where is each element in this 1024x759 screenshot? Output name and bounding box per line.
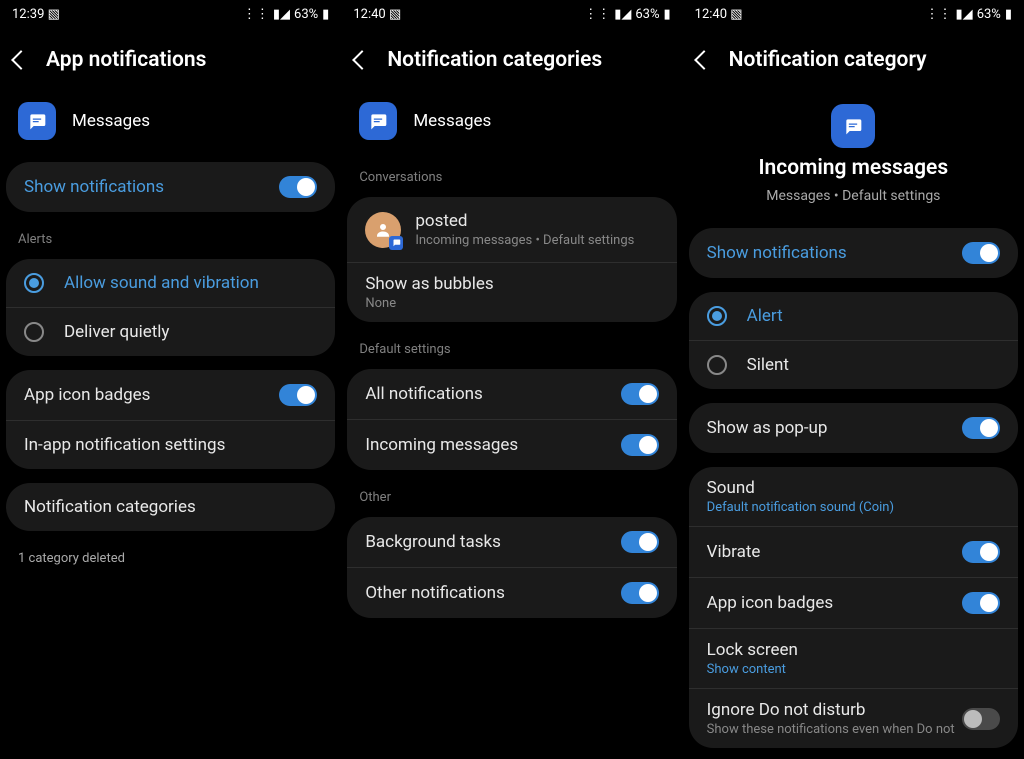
toggle-icon[interactable] bbox=[621, 434, 659, 456]
show-notifications-toggle[interactable]: Show notifications bbox=[689, 228, 1018, 278]
wifi-icon: ⋮⋮ bbox=[243, 7, 269, 22]
radio-alert[interactable]: Alert bbox=[689, 292, 1018, 340]
messages-app-icon bbox=[831, 104, 875, 148]
sound-sub: Default notification sound (Coin) bbox=[707, 500, 1000, 515]
screen-app-notifications: 12:39 ▧ ⋮⋮ ▮◢ 63% ▮ App notifications Me… bbox=[0, 0, 341, 759]
battery-text: 63% bbox=[294, 7, 318, 22]
page-title: App notifications bbox=[46, 48, 206, 72]
status-time: 12:39 ▧ bbox=[12, 7, 60, 22]
status-time: 12:40 ▧ bbox=[695, 7, 743, 22]
signal-icon: ▮◢ bbox=[956, 7, 973, 22]
status-right: ⋮⋮ ▮◢ 63% ▮ bbox=[926, 7, 1012, 22]
default-settings-header: Default settings bbox=[341, 328, 682, 363]
category-header: Incoming messages Messages • Default set… bbox=[683, 90, 1024, 222]
footer-text: 1 category deleted bbox=[0, 537, 341, 580]
status-right: ⋮⋮ ▮◢ 63% ▮ bbox=[584, 7, 670, 22]
back-icon[interactable] bbox=[694, 50, 714, 70]
sound-label: Sound bbox=[707, 478, 1000, 498]
dnd-sub: Show these notifications even when Do no… bbox=[707, 722, 962, 737]
messages-app-icon bbox=[359, 102, 397, 140]
app-name: Messages bbox=[413, 111, 491, 131]
radio-icon bbox=[707, 306, 727, 326]
image-icon: ▧ bbox=[730, 7, 742, 22]
wifi-icon: ⋮⋮ bbox=[584, 7, 610, 22]
category-title: Incoming messages bbox=[758, 156, 948, 180]
bubbles-label: Show as bubbles bbox=[365, 274, 658, 294]
page-title: Notification categories bbox=[387, 48, 602, 72]
app-header: Messages bbox=[341, 90, 682, 156]
app-icon-badges-toggle[interactable]: App icon badges bbox=[6, 370, 335, 420]
radio-icon bbox=[24, 273, 44, 293]
radio-allow-sound[interactable]: Allow sound and vibration bbox=[6, 259, 335, 307]
vibrate-toggle[interactable]: Vibrate bbox=[689, 527, 1018, 577]
signal-icon: ▮◢ bbox=[614, 7, 631, 22]
lock-sub: Show content bbox=[707, 662, 1000, 677]
sound-row[interactable]: Sound Default notification sound (Coin) bbox=[689, 467, 1018, 526]
incoming-messages-toggle[interactable]: Incoming messages bbox=[347, 420, 676, 470]
toggle-icon[interactable] bbox=[962, 592, 1000, 614]
other-header: Other bbox=[341, 476, 682, 511]
conversations-header: Conversations bbox=[341, 156, 682, 191]
back-icon[interactable] bbox=[11, 50, 31, 70]
toggle-icon[interactable] bbox=[279, 176, 317, 198]
battery-text: 63% bbox=[977, 7, 1001, 22]
app-header: Messages bbox=[0, 90, 341, 156]
radio-deliver-quietly[interactable]: Deliver quietly bbox=[6, 308, 335, 356]
wifi-icon: ⋮⋮ bbox=[926, 7, 952, 22]
in-app-notification-settings[interactable]: In-app notification settings bbox=[6, 421, 335, 469]
show-as-popup-toggle[interactable]: Show as pop-up bbox=[689, 403, 1018, 453]
bubbles-sub: None bbox=[365, 296, 658, 311]
conversation-sub: Incoming messages • Default settings bbox=[415, 233, 658, 248]
toggle-icon[interactable] bbox=[962, 708, 1000, 730]
image-icon: ▧ bbox=[389, 7, 401, 22]
toggle-icon[interactable] bbox=[962, 541, 1000, 563]
toggle-icon[interactable] bbox=[962, 417, 1000, 439]
background-tasks-toggle[interactable]: Background tasks bbox=[347, 517, 676, 567]
notification-categories-link[interactable]: Notification categories bbox=[6, 483, 335, 531]
status-bar: 12:39 ▧ ⋮⋮ ▮◢ 63% ▮ bbox=[0, 0, 341, 28]
category-subtitle: Messages • Default settings bbox=[766, 188, 940, 204]
screen-notification-categories: 12:40 ▧ ⋮⋮ ▮◢ 63% ▮ Notification categor… bbox=[341, 0, 682, 759]
conversation-label: posted bbox=[415, 211, 658, 231]
dnd-label: Ignore Do not disturb bbox=[707, 700, 962, 720]
back-icon[interactable] bbox=[352, 50, 372, 70]
show-notifications-toggle[interactable]: Show notifications bbox=[6, 162, 335, 212]
messages-app-icon bbox=[18, 102, 56, 140]
radio-icon bbox=[24, 322, 44, 342]
image-icon: ▧ bbox=[48, 7, 60, 22]
status-bar: 12:40 ▧ ⋮⋮ ▮◢ 63% ▮ bbox=[683, 0, 1024, 28]
radio-icon bbox=[707, 355, 727, 375]
alerts-header: Alerts bbox=[0, 218, 341, 253]
status-right: ⋮⋮ ▮◢ 63% ▮ bbox=[243, 7, 329, 22]
app-name: Messages bbox=[72, 111, 150, 131]
toggle-icon[interactable] bbox=[621, 582, 659, 604]
all-notifications-toggle[interactable]: All notifications bbox=[347, 369, 676, 419]
screen-notification-category: 12:40 ▧ ⋮⋮ ▮◢ 63% ▮ Notification categor… bbox=[683, 0, 1024, 759]
lock-label: Lock screen bbox=[707, 640, 1000, 660]
other-notifications-toggle[interactable]: Other notifications bbox=[347, 568, 676, 618]
radio-silent[interactable]: Silent bbox=[689, 341, 1018, 389]
avatar-icon bbox=[365, 212, 401, 248]
toggle-icon[interactable] bbox=[962, 242, 1000, 264]
status-bar: 12:40 ▧ ⋮⋮ ▮◢ 63% ▮ bbox=[341, 0, 682, 28]
battery-text: 63% bbox=[635, 7, 659, 22]
toggle-icon[interactable] bbox=[621, 531, 659, 553]
battery-icon: ▮ bbox=[1005, 7, 1012, 22]
show-as-bubbles[interactable]: Show as bubbles None bbox=[347, 263, 676, 322]
battery-icon: ▮ bbox=[322, 7, 329, 22]
ignore-dnd-toggle[interactable]: Ignore Do not disturb Show these notific… bbox=[689, 689, 1018, 748]
page-title: Notification category bbox=[729, 48, 927, 72]
toggle-icon[interactable] bbox=[279, 384, 317, 406]
signal-icon: ▮◢ bbox=[273, 7, 290, 22]
messages-badge-icon bbox=[389, 236, 403, 250]
toggle-icon[interactable] bbox=[621, 383, 659, 405]
lock-screen-row[interactable]: Lock screen Show content bbox=[689, 629, 1018, 688]
battery-icon: ▮ bbox=[664, 7, 671, 22]
status-time: 12:40 ▧ bbox=[353, 7, 401, 22]
app-icon-badges-toggle[interactable]: App icon badges bbox=[689, 578, 1018, 628]
conversation-posted[interactable]: posted Incoming messages • Default setti… bbox=[347, 197, 676, 262]
